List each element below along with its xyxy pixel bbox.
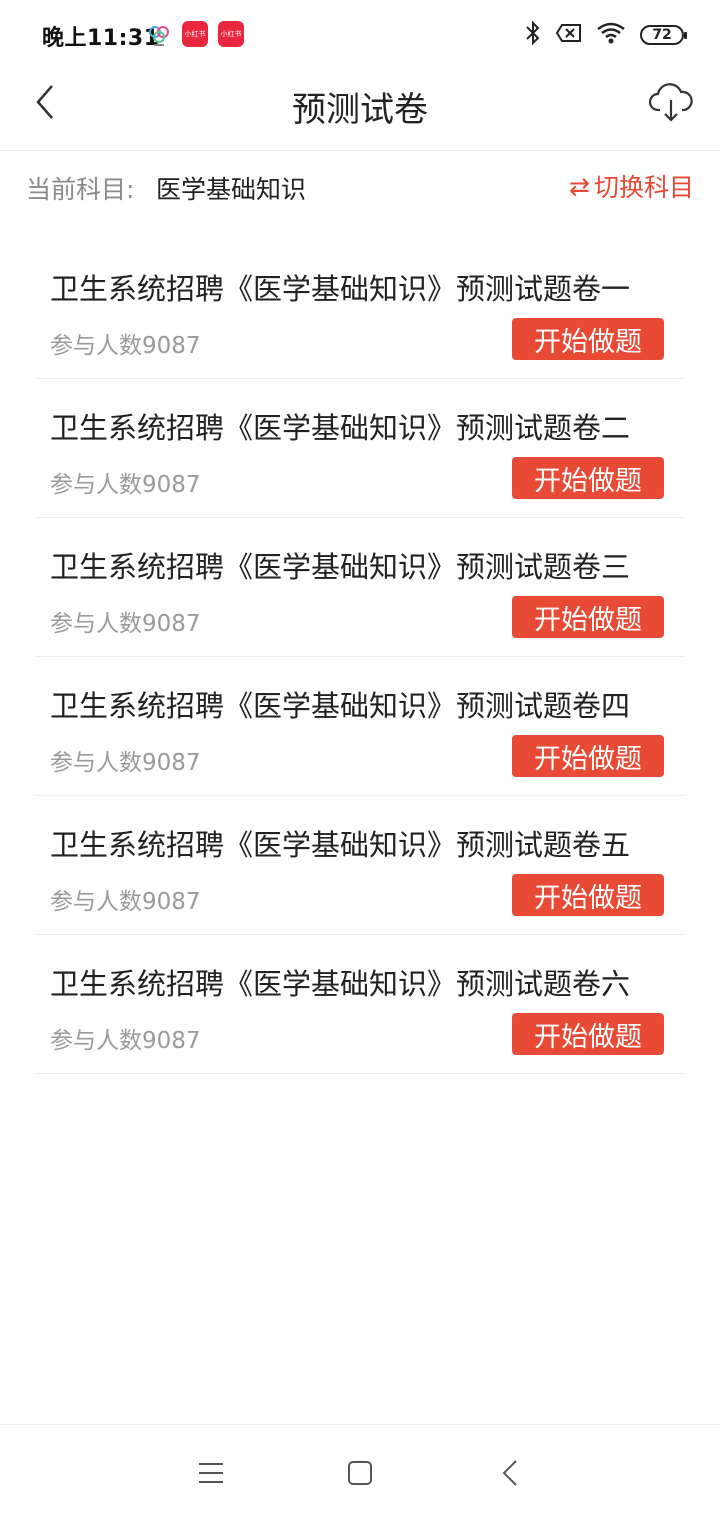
- menu-icon: [199, 1463, 223, 1483]
- list-item[interactable]: 卫生系统招聘《医学基础知识》预测试题卷一 参与人数9087 开始做题: [36, 240, 684, 379]
- start-quiz-button[interactable]: 开始做题: [512, 735, 664, 777]
- bluetooth-icon: [524, 20, 542, 50]
- battery-indicator: 72: [640, 25, 687, 45]
- app-header: 预测试卷: [0, 70, 720, 151]
- cloud-download-icon: [648, 83, 693, 122]
- list-item[interactable]: 卫生系统招聘《医学基础知识》预测试题卷四 参与人数9087 开始做题: [36, 657, 684, 796]
- participant-count: 参与人数9087: [50, 472, 201, 498]
- sim-disabled-icon: [555, 22, 582, 48]
- start-quiz-button[interactable]: 开始做题: [512, 457, 664, 499]
- start-quiz-button[interactable]: 开始做题: [512, 596, 664, 638]
- paper-list: 卫生系统招聘《医学基础知识》预测试题卷一 参与人数9087 开始做题 卫生系统招…: [36, 240, 684, 1074]
- recent-apps-button[interactable]: [193, 1455, 229, 1491]
- list-item[interactable]: 卫生系统招聘《医学基础知识》预测试题卷五 参与人数9087 开始做题: [36, 796, 684, 935]
- paper-title: 卫生系统招聘《医学基础知识》预测试题卷三: [50, 550, 631, 584]
- start-quiz-button[interactable]: 开始做题: [512, 318, 664, 360]
- paper-title: 卫生系统招聘《医学基础知识》预测试题卷二: [50, 411, 631, 445]
- swap-arrows-icon: ⇄: [569, 171, 590, 201]
- home-square-icon: [348, 1461, 372, 1485]
- subject-label: 当前科目:: [26, 175, 135, 204]
- subject-value: 医学基础知识: [156, 175, 307, 204]
- system-nav-bar: [0, 1424, 720, 1521]
- list-item[interactable]: 卫生系统招聘《医学基础知识》预测试题卷二 参与人数9087 开始做题: [36, 379, 684, 518]
- start-quiz-button[interactable]: 开始做题: [512, 1013, 664, 1055]
- paper-title: 卫生系统招聘《医学基础知识》预测试题卷六: [50, 967, 631, 1001]
- participant-count: 参与人数9087: [50, 333, 201, 359]
- app-notification-icon: [146, 21, 172, 47]
- system-back-button[interactable]: [494, 1455, 530, 1491]
- participant-count: 参与人数9087: [50, 750, 201, 776]
- status-bar: 晚上11:31 小红书 小红书 72: [0, 0, 720, 70]
- paper-title: 卫生系统招聘《医学基础知识》预测试题卷一: [50, 272, 631, 306]
- chevron-left-icon: [502, 1460, 517, 1486]
- xiaohongshu-notification-icon: 小红书: [182, 21, 208, 47]
- participant-count: 参与人数9087: [50, 611, 201, 637]
- switch-subject-button[interactable]: ⇄ 切换科目: [569, 168, 694, 204]
- cloud-download-button[interactable]: [648, 80, 694, 126]
- switch-subject-label: 切换科目: [593, 173, 694, 202]
- participant-count: 参与人数9087: [50, 889, 201, 915]
- subject-row: 当前科目: 医学基础知识 ⇄ 切换科目: [0, 152, 720, 222]
- wifi-icon: [596, 21, 626, 49]
- page-title: 预测试卷: [292, 90, 428, 130]
- paper-title: 卫生系统招聘《医学基础知识》预测试题卷五: [50, 828, 631, 862]
- status-indicators: 72: [524, 20, 687, 50]
- paper-title: 卫生系统招聘《医学基础知识》预测试题卷四: [50, 689, 631, 723]
- home-button[interactable]: [342, 1455, 378, 1491]
- start-quiz-button[interactable]: 开始做题: [512, 874, 664, 916]
- status-time: 晚上11:31: [42, 26, 160, 51]
- xiaohongshu-notification-icon: 小红书: [218, 21, 244, 47]
- list-item[interactable]: 卫生系统招聘《医学基础知识》预测试题卷三 参与人数9087 开始做题: [36, 518, 684, 657]
- participant-count: 参与人数9087: [50, 1028, 201, 1054]
- list-item[interactable]: 卫生系统招聘《医学基础知识》预测试题卷六 参与人数9087 开始做题: [36, 935, 684, 1074]
